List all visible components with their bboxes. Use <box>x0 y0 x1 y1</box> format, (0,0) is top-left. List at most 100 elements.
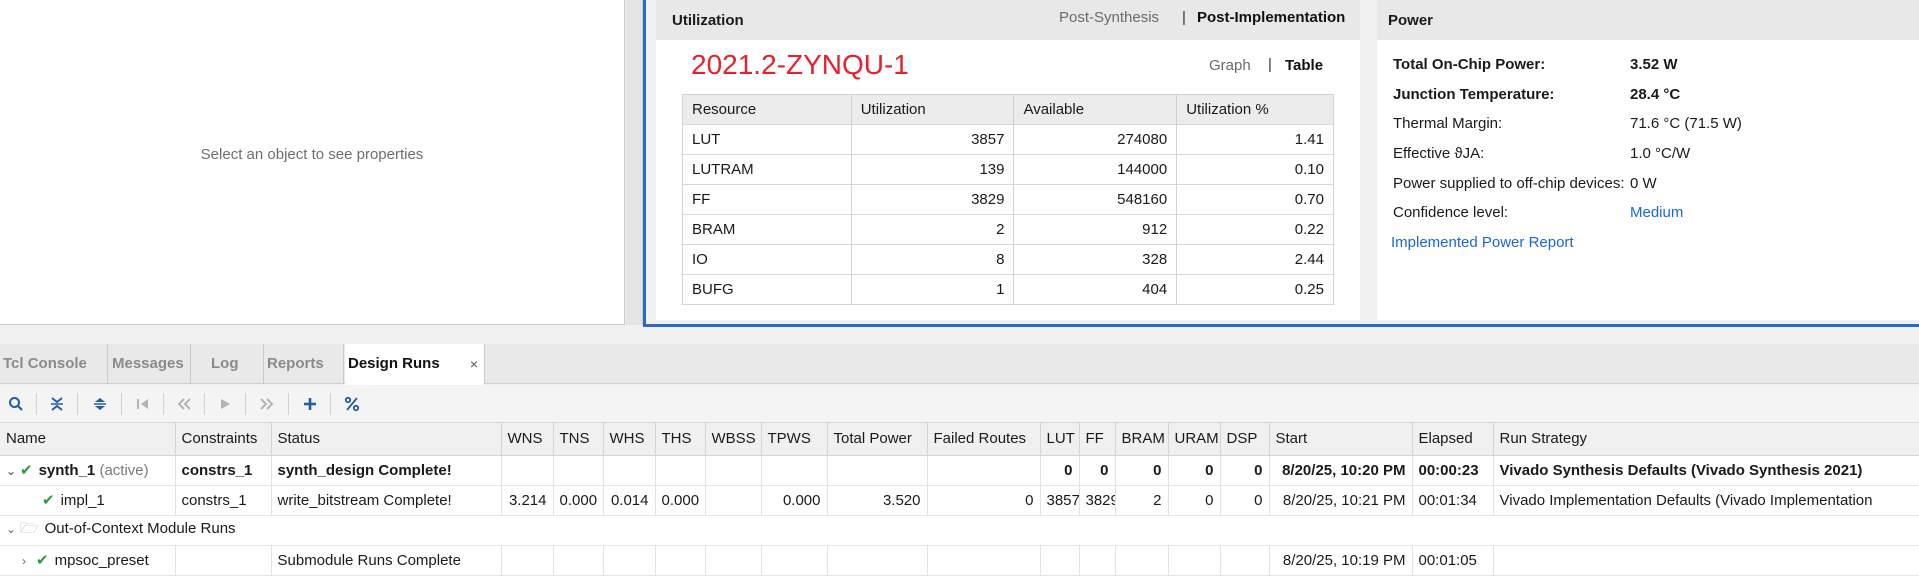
col-utilization[interactable]: Utilization <box>851 94 1015 125</box>
power-row-junction-temp: Junction Temperature: 28.4 °C <box>1393 86 1913 108</box>
col-wns[interactable]: WNS <box>501 423 554 456</box>
col-utilization-pct[interactable]: Utilization % <box>1176 94 1334 125</box>
cell-utilization-pct: 1.41 <box>1176 124 1334 155</box>
chevron-down-icon[interactable]: ⌄ <box>6 522 20 536</box>
view-graph-toggle[interactable]: Graph <box>1209 57 1251 74</box>
cell-available: 328 <box>1013 244 1178 275</box>
cell-dsp: 0 <box>1220 455 1270 486</box>
check-icon: ✔ <box>36 552 49 569</box>
cell-resource: BUFG <box>682 274 852 305</box>
toolbar-separator <box>204 393 205 415</box>
power-value: 71.6 °C (71.5 W) <box>1630 115 1742 132</box>
cell-ths <box>655 545 706 576</box>
tab-post-implementation[interactable]: Post-Implementation <box>1197 9 1345 26</box>
active-tag: (active) <box>99 462 149 479</box>
cell-name: › ✔ mpsoc_preset <box>0 545 176 576</box>
next-page-icon[interactable] <box>256 393 278 415</box>
tab-reports[interactable]: Reports <box>264 344 344 384</box>
cell-dsp <box>1220 545 1270 576</box>
previous-page-icon[interactable] <box>173 393 195 415</box>
cell-bram <box>1115 545 1169 576</box>
cell-tns <box>553 545 604 576</box>
run-icon[interactable] <box>214 393 236 415</box>
tab-tcl-console[interactable]: Tcl Console <box>0 344 108 384</box>
col-dsp[interactable]: DSP <box>1220 423 1270 456</box>
col-constraints[interactable]: Constraints <box>175 423 272 456</box>
expand-all-icon[interactable] <box>89 393 111 415</box>
cell-dsp: 0 <box>1220 485 1270 516</box>
col-wbss[interactable]: WBSS <box>705 423 762 456</box>
col-tns[interactable]: TNS <box>553 423 604 456</box>
table-row[interactable]: FF 3829 548160 0.70 <box>682 184 1334 215</box>
cell-lut: 0 <box>1040 455 1080 486</box>
view-table-toggle[interactable]: Table <box>1285 57 1323 74</box>
col-uram[interactable]: URAM <box>1168 423 1221 456</box>
table-row[interactable]: LUTRAM 139 144000 0.10 <box>682 154 1334 185</box>
col-tpws[interactable]: TPWS <box>761 423 828 456</box>
cell-utilization-pct: 0.10 <box>1176 154 1334 185</box>
col-start[interactable]: Start <box>1269 423 1413 456</box>
table-header-row: Resource Utilization Available Utilizati… <box>682 94 1334 125</box>
utilization-card-header: Utilization Post-Synthesis | Post-Implem… <box>656 0 1360 40</box>
check-icon: ✔ <box>42 492 55 509</box>
cell-resource: IO <box>682 244 852 275</box>
cell-total-power <box>827 545 928 576</box>
cell-total-power <box>827 455 928 486</box>
project-summary-dashboard: Utilization Post-Synthesis | Post-Implem… <box>643 0 1919 327</box>
collapse-all-icon[interactable] <box>46 393 68 415</box>
percent-icon[interactable] <box>341 393 363 415</box>
col-failed-routes[interactable]: Failed Routes <box>927 423 1041 456</box>
chevron-right-icon[interactable]: › <box>22 554 36 568</box>
tab-messages[interactable]: Messages <box>109 344 191 384</box>
cell-uram <box>1168 545 1221 576</box>
cell-available: 912 <box>1013 214 1178 245</box>
utilization-title: Utilization <box>672 12 744 29</box>
power-value: 28.4 °C <box>1630 86 1681 103</box>
col-available[interactable]: Available <box>1013 94 1178 125</box>
power-row-total: Total On-Chip Power: 3.52 W <box>1393 56 1913 78</box>
table-row[interactable]: BRAM 2 912 0.22 <box>682 214 1334 245</box>
properties-empty-text: Select an object to see properties <box>200 146 424 163</box>
cell-failed-routes <box>927 455 1041 486</box>
col-total-power[interactable]: Total Power <box>827 423 928 456</box>
cell-elapsed: 00:01:05 <box>1412 545 1494 576</box>
cell-ff: 0 <box>1079 455 1116 486</box>
col-run-strategy[interactable]: Run Strategy <box>1493 423 1919 456</box>
table-row[interactable]: LUT 3857 274080 1.41 <box>682 124 1334 155</box>
col-status[interactable]: Status <box>271 423 502 456</box>
run-name: mpsoc_preset <box>54 552 149 569</box>
col-ff[interactable]: FF <box>1079 423 1116 456</box>
power-value: 1.0 °C/W <box>1630 145 1691 162</box>
panel-divider[interactable] <box>626 0 643 325</box>
tab-log[interactable]: Log <box>208 344 264 384</box>
confidence-level-link[interactable]: Medium <box>1630 204 1683 221</box>
col-ths[interactable]: THS <box>655 423 706 456</box>
run-row-impl[interactable]: ✔ impl_1 constrs_1 write_bitstream Comple… <box>0 485 1919 516</box>
col-lut[interactable]: LUT <box>1040 423 1080 456</box>
tab-design-runs[interactable]: Design Runs × <box>345 344 485 385</box>
chevron-down-icon[interactable]: ⌄ <box>6 464 20 478</box>
folder-icon: 🗁 <box>20 519 39 537</box>
col-bram[interactable]: BRAM <box>1115 423 1169 456</box>
col-resource[interactable]: Resource <box>682 94 852 125</box>
table-row[interactable]: BUFG 1 404 0.25 <box>682 274 1334 305</box>
col-name[interactable]: Name <box>0 423 176 456</box>
power-row-off-chip: Power supplied to off-chip devices: 0 W <box>1393 175 1913 197</box>
tab-post-synthesis[interactable]: Post-Synthesis <box>1059 9 1159 26</box>
col-whs[interactable]: WHS <box>603 423 656 456</box>
power-card-header: Power <box>1377 0 1919 40</box>
search-icon[interactable] <box>5 393 27 415</box>
toolbar-separator <box>330 393 331 415</box>
run-row-ooc-group[interactable]: ⌄ 🗁 Out-of-Context Module Runs <box>0 515 1919 546</box>
col-elapsed[interactable]: Elapsed <box>1412 423 1494 456</box>
cell-ff: 3829 <box>1079 485 1116 516</box>
run-row-mpsoc[interactable]: › ✔ mpsoc_preset Submodule Runs Complete 8… <box>0 545 1919 576</box>
cell-available: 404 <box>1013 274 1178 305</box>
implemented-power-report-link[interactable]: Implemented Power Report <box>1391 234 1574 251</box>
table-row[interactable]: IO 8 328 2.44 <box>682 244 1334 275</box>
add-icon[interactable] <box>299 393 321 415</box>
cell-run-strategy: Vivado Synthesis Defaults (Vivado Synthe… <box>1493 455 1919 486</box>
first-page-icon[interactable] <box>132 393 154 415</box>
run-row-synth[interactable]: ⌄ ✔ synth_1 (active) constrs_1 synth_desig… <box>0 455 1919 486</box>
close-icon[interactable]: × <box>470 356 478 372</box>
